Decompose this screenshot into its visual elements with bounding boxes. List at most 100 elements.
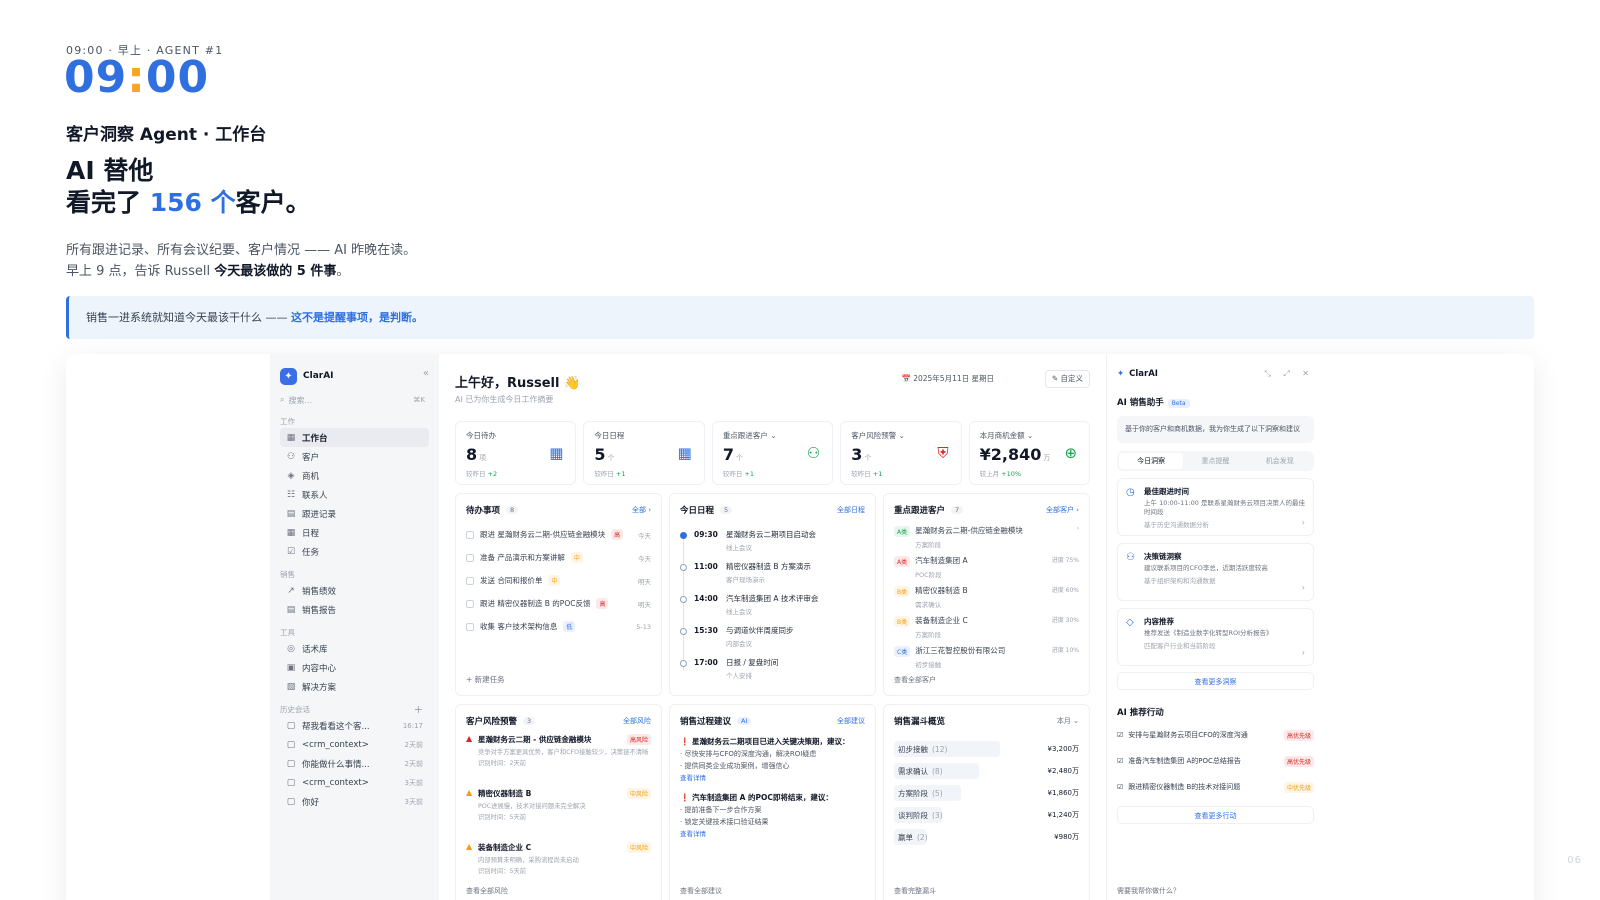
date-picker[interactable]: 📅 2025年5月11日 星期日 [895,370,1000,388]
todo-item[interactable]: 发送 合同和报价单中 明天 [466,569,651,592]
more-insights-button[interactable]: 查看更多洞察 [1117,672,1314,690]
window-controls-icon[interactable]: ⤡ ⤢ ✕ [1264,369,1314,379]
stat-card[interactable]: 本月商机金额 ⌄ ¥2,840 万较上月 +10% ⊕ [968,421,1091,485]
assistant-tab-2[interactable]: 机会发现 [1248,453,1312,469]
funnel-row[interactable]: 谈判阶段 (3) ¥1,240万 [894,804,1079,826]
insight-desc: 上午 10:00-11:00 是联系星瀚财务云项目决策人的最佳时间段 [1144,499,1305,516]
checkbox[interactable] [466,622,474,631]
funnel-period-select[interactable]: 本月 ⌄ [1057,716,1079,726]
insight-card[interactable]: ◇ 内容推荐 推荐发送《制造业数字化转型ROI分析报告》 匹配客户行业和当前阶段 › [1117,608,1314,666]
key-customers-all-link[interactable]: 全部客户 › [1046,505,1079,515]
customer-row[interactable]: C类 浙江三花智控股份有限公司 初步接触 进度 10% [894,645,1079,675]
sidebar-item-work-2[interactable]: ◈ 商机 [280,466,429,485]
brand-name: ClarAI [303,371,334,381]
nav-icon: ⚇ [286,451,296,462]
funnel-row[interactable]: 初步接触 (12) ¥3,200万 [894,738,1079,760]
todo-item[interactable]: 跟进 星瀚财务云二期-供应链金融模块高 今天 [466,523,651,546]
stat-compare: 较昨日 +1 [594,468,693,478]
sidebar-item-work-6[interactable]: ☑ 任务 [280,542,429,561]
customize-button[interactable]: ✎ 自定义 [1044,370,1090,388]
sidebar-item-work-1[interactable]: ⚇ 客户 [280,447,429,466]
suggest-all-link[interactable]: 全部建议 [837,716,865,726]
checkbox[interactable] [466,599,474,608]
sidebar-item-history-0[interactable]: ▢ 帮我看看这个客... 16:17 [280,716,429,735]
schedule-item[interactable]: 17:00 日报 / 复盘时间 个人安排 [680,657,865,689]
checkbox[interactable] [466,576,474,585]
customer-row[interactable]: B类 装备制造企业 C 方案阶段 进度 30% [894,615,1079,645]
sidebar-item-work-3[interactable]: ☷ 联系人 [280,485,429,504]
stat-card[interactable]: 今日待办 8 项较昨日 +2 ▦ [455,421,577,485]
funnel-footer-link[interactable]: 查看完整漏斗 [894,886,936,896]
sidebar-item-history-1[interactable]: ▢ <crm_context> 2天前 [280,735,429,754]
suggestion-link[interactable]: 查看详情 [680,828,865,840]
sidebar-item-sales-1[interactable]: ▤ 销售报告 [280,600,429,619]
risk-item[interactable]: ▲ 星瀚财务云二期 - 供应链金融模块 高风险 竞争对手方案更具优势，客户和CFO接触… [466,734,651,782]
todo-item[interactable]: 跟进 精密仪器制造 B 的POC反馈高 明天 [466,592,651,615]
sidebar-item-tools-0[interactable]: ◎ 话术库 [280,639,429,658]
schedule-time: 17:00 [694,658,718,667]
checkbox-icon[interactable]: ☑ [1117,731,1123,739]
sidebar-item-label: 话术库 [302,644,328,655]
funnel-amount: ¥3,200万 [1047,745,1080,753]
key-customers-footer-link[interactable]: 查看全部客户 [894,675,936,685]
suggestion-title-text: 星瀚财务云二期项目已进入关键决策期，建议： [691,737,850,746]
nav-group-sales: 销售 [280,570,295,579]
todo-item[interactable]: 收集 客户技术架构信息低 5-13 [466,615,651,638]
assistant-tab-1[interactable]: 重点提醒 [1183,453,1247,469]
action-item[interactable]: ☑ 跟进精密仪器制造 B的技术对接问题 中优先级 [1117,774,1314,800]
schedule-item[interactable]: 15:30 与调道伙伴周度同步 内部会议 [680,625,865,657]
sidebar-item-tools-2[interactable]: ▧ 解决方案 [280,677,429,696]
customer-row[interactable]: B类 精密仪器制造 B 需求确认 进度 60% [894,585,1079,615]
insight-basis: 匹配客户行业和当前阶段 [1144,642,1216,650]
funnel-row[interactable]: 需求确认 (8) ¥2,480万 [894,760,1079,782]
stat-card[interactable]: 客户风险预警 ⌄ 3 个较昨日 +1 ⛨ [840,421,962,485]
stat-card[interactable]: 今日日程 5 个较昨日 +1 ▦ [583,421,705,485]
assistant-heading: AI 销售助手 Beta [1117,396,1314,408]
assistant-tab-0[interactable]: 今日洞察 [1119,453,1184,469]
checkbox-icon[interactable]: ☑ [1117,757,1123,765]
suggestion-line: · 锁定关键技术接口验证结果 [680,818,769,826]
todo-item[interactable]: 准备 产品演示和方案讲解中 今天 [466,546,651,569]
schedule-item[interactable]: 11:00 精密仪器制造 B 方案演示 客户现场演示 [680,561,865,593]
customer-row[interactable]: A类 汽车制造集团 A POC阶段 进度 75% [894,555,1079,585]
sidebar-item-work-5[interactable]: ▦ 日程 [280,523,429,542]
schedule-item[interactable]: 14:00 汽车制造集团 A 技术评审会 线上会议 [680,593,865,625]
collapse-icon[interactable]: « [423,368,429,379]
sidebar-item-history-2[interactable]: ▢ 你能做什么事情... 2天前 [280,754,429,773]
risk-footer-link[interactable]: 查看全部风险 [466,886,508,896]
sidebar-item-history-3[interactable]: ▢ <crm_context> 3天前 [280,773,429,792]
insight-card[interactable]: ◷ 最佳跟进时间 上午 10:00-11:00 是联系星瀚财务云项目决策人的最佳时间… [1117,478,1314,536]
sidebar-item-sales-0[interactable]: ↗ 销售绩效 [280,581,429,600]
sidebar-item-work-0[interactable]: ▦ 工作台 [280,428,429,447]
new-chat-button[interactable]: + [414,704,423,716]
sidebar-item-work-4[interactable]: ▤ 跟进记录 [280,504,429,523]
customer-info: 汽车制造集团 A POC阶段 [915,555,968,579]
insight-card[interactable]: ⚇ 决策链洞察 建议联系项目的CFO李总，近期活跃度较高 基于组织架构和沟通数据 › [1117,543,1314,601]
search-input[interactable]: ⌕ 搜索... ⌘K [280,392,429,408]
risk-all-link[interactable]: 全部风险 [623,716,651,726]
customer-row[interactable]: A类 星瀚财务云二期-供应链金融模块 方案阶段 › [894,525,1079,555]
suggestion-link[interactable]: 查看详情 [680,772,865,784]
checkbox[interactable] [466,530,474,539]
sidebar-item-tools-1[interactable]: ▣ 内容中心 [280,658,429,677]
stat-compare: 较上月 +10% [980,468,1079,478]
funnel-row[interactable]: 方案阶段 (5) ¥1,860万 [894,782,1079,804]
stat-card[interactable]: 重点跟进客户 ⌄ 7 个较昨日 +1 ⚇ [711,421,834,485]
add-task-button[interactable]: + 新建任务 [466,674,505,685]
schedule-all-link[interactable]: 全部日程 [837,505,865,515]
risk-item[interactable]: ▲ 装备制造企业 C 中风险 内部预算未明确，采购流程尚未启动 识别时间：5天前 [466,842,651,890]
funnel-row[interactable]: 赢单 (2) ¥980万 [894,826,1079,848]
checkbox-icon[interactable]: ☑ [1117,783,1123,791]
action-item[interactable]: ☑ 准备汽车制造集团 A的POC总结报告 高优先级 [1117,748,1314,774]
stat-cards: 今日待办 8 项较昨日 +2 ▦ 今日日程 5 个较昨日 +1 ▦ 重点跟进客户 ⌄ 7 个较昨日 … [455,421,1091,485]
risk-item[interactable]: ▲ 精密仪器制造 B 中风险 POC进展慢，技术对接问题未完全解决 识别时间：5天前 [466,788,651,836]
action-item[interactable]: ☑ 安排与星瀚财务云项目CFO的深度沟通 高优先级 [1117,722,1314,748]
todo-all-link[interactable]: 全部 › [632,505,651,515]
suggest-footer-link[interactable]: 查看全部建议 [680,886,722,896]
checkbox[interactable] [466,553,474,562]
sidebar-item-history-4[interactable]: ▢ 你好 3天前 [280,792,429,811]
more-actions-button[interactable]: 查看更多行动 [1117,806,1314,824]
headline: AI 替他 看完了 156 个客户。 [66,155,311,219]
history-time: 3天前 [404,778,423,787]
schedule-item[interactable]: 09:30 星瀚财务云二期项目启动会 线上会议 [680,529,865,561]
